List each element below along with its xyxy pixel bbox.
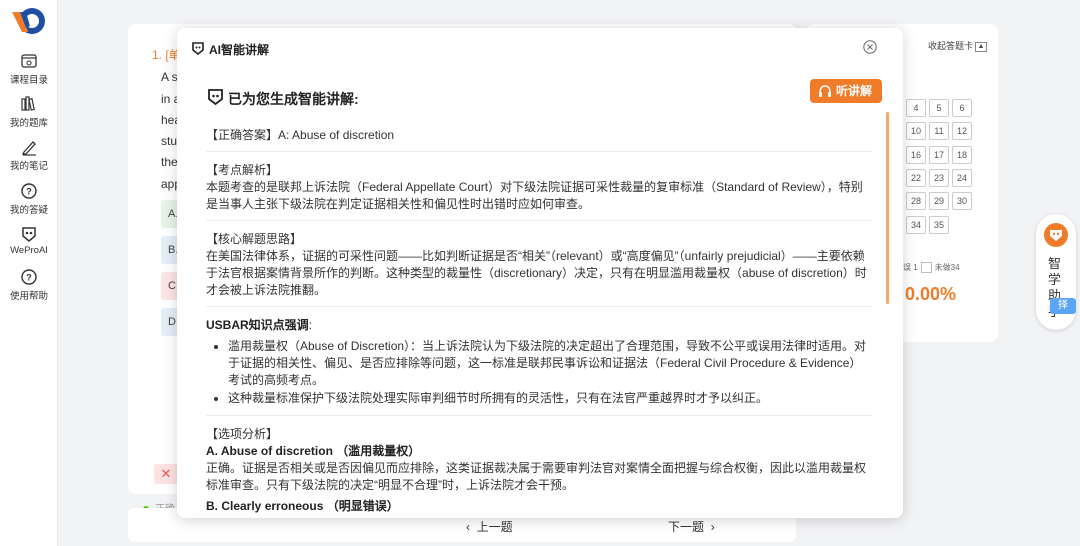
- answer-stats: 误 1 未做34: [903, 262, 960, 274]
- unanswered-count: 未做34: [934, 263, 960, 272]
- assistant-logo-icon[interactable]: [1043, 222, 1069, 248]
- answer-number-cell[interactable]: 34: [906, 215, 926, 234]
- nav-label: WeProAI: [10, 245, 48, 256]
- app-logo-icon[interactable]: [10, 6, 48, 38]
- answer-number-cell[interactable]: 18: [952, 145, 972, 164]
- collapse-icon: ▲: [975, 41, 988, 52]
- nav-label: 使用帮助: [9, 291, 48, 302]
- svg-text:?: ?: [26, 187, 32, 197]
- question-text-line: stu: [161, 134, 178, 148]
- wrong-count: 误 1: [903, 263, 918, 272]
- approach-header: 【核心解题思路】: [206, 232, 303, 246]
- answer-number-cell[interactable]: 30: [952, 192, 972, 211]
- nav-question-bank[interactable]: 我的题库: [0, 95, 58, 129]
- nav-label: 我的答疑: [9, 205, 48, 216]
- usbar-header-line: USBAR知识点强调:: [206, 317, 872, 334]
- answer-number-cell[interactable]: 28: [906, 192, 926, 211]
- analysis-text: 本题考查的是联邦上诉法院（Federal Appellate Court）对下级…: [206, 180, 863, 211]
- nav-course-catalog[interactable]: 课程目录: [0, 52, 58, 86]
- usbar-point: 滥用裁量权（Abuse of Discretion）：当上诉法院认为下级法院的决…: [228, 338, 872, 389]
- generated-title: 已为您生成智能讲解:: [228, 91, 359, 107]
- ai-explanation-modal: AI智能讲解 已为您生成智能讲解: 听讲解 【正确答案】A: Abuse of …: [177, 28, 903, 518]
- modal-scrollbar[interactable]: [886, 112, 889, 304]
- answer-number-cell[interactable]: 12: [952, 122, 972, 141]
- option-a-title: A. Abuse of discretion （滥用裁量权）: [206, 444, 421, 458]
- usbar-points: 滥用裁量权（Abuse of Discretion）：当上诉法院认为下级法院的决…: [228, 338, 872, 407]
- correct-answer: 【正确答案】A: Abuse of discretion: [206, 128, 395, 142]
- weproai-icon: [192, 42, 204, 55]
- accuracy-percent: 0.00%: [905, 284, 957, 304]
- listen-label: 听讲解: [836, 84, 873, 98]
- answer-number-cell[interactable]: 24: [952, 168, 972, 187]
- next-label: 下一题: [668, 520, 705, 534]
- prev-question-button[interactable]: ‹ 上一题: [466, 518, 513, 535]
- answer-number-cell[interactable]: 4: [906, 99, 926, 117]
- usbar-point: 这种裁量标准保护下级法院处理实际审判细节时所拥有的灵活性，只有在法官严重越界时才…: [228, 390, 872, 407]
- usbar-header: USBAR知识点强调: [206, 318, 309, 332]
- nav-weproai[interactable]: WeProAI: [0, 225, 58, 256]
- assistant-tag[interactable]: 择: [1050, 298, 1076, 314]
- svg-text:?: ?: [26, 273, 32, 283]
- modal-title: AI智能讲解: [209, 43, 270, 57]
- answer-number-cell[interactable]: 17: [929, 145, 949, 164]
- answer-number-cell[interactable]: 35: [929, 215, 949, 234]
- option-b-title: B. Clearly erroneous （明显错误）: [206, 499, 399, 513]
- help-icon: ?: [21, 269, 37, 285]
- listen-explanation-button[interactable]: 听讲解: [810, 79, 882, 103]
- course-catalog-icon: [21, 54, 37, 68]
- usbar-colon: :: [308, 318, 313, 332]
- question-bubble-icon: ?: [21, 183, 37, 199]
- pen-icon: [21, 141, 36, 156]
- next-question-button[interactable]: 下一题 ›: [668, 518, 715, 535]
- answer-number-cell[interactable]: 5: [929, 99, 949, 117]
- nav-my-notes[interactable]: 我的笔记: [0, 138, 58, 172]
- answer-number-cell[interactable]: 22: [906, 168, 926, 187]
- nav-label: 课程目录: [9, 75, 48, 86]
- answer-number-cell[interactable]: 10: [906, 122, 926, 141]
- headphones-icon: [819, 85, 831, 97]
- approach-text: 在美国法律体系，证据的可采性问题——比如判断证据是否“相关”（relevant）…: [206, 249, 867, 297]
- collapse-answer-card-button[interactable]: 收起答题卡 ▲: [928, 39, 988, 52]
- options-header: 【选项分析】: [206, 427, 279, 441]
- answer-number-cell[interactable]: 16: [906, 145, 926, 164]
- analysis-header: 【考点解析】: [206, 163, 279, 177]
- answer-number-cell[interactable]: 11: [929, 122, 949, 141]
- nav-my-qa[interactable]: ? 我的答疑: [0, 182, 58, 216]
- explanation-content: 【正确答案】A: Abuse of discretion 【考点解析】 本题考查…: [206, 124, 872, 518]
- answer-number-cell[interactable]: 23: [929, 168, 949, 187]
- nav-label: 我的题库: [9, 118, 48, 129]
- prev-label: 上一题: [476, 520, 513, 534]
- question-text-line: the: [161, 155, 178, 169]
- nav-label: 我的笔记: [9, 161, 48, 172]
- ai-shield-icon: [208, 89, 223, 105]
- option-a-text: 正确。证据是否相关或是否因偏见而应排除，这类证据裁决属于需要审判法官对案情全面把…: [206, 461, 867, 492]
- chevron-left-icon: ‹: [466, 520, 470, 534]
- question-bank-icon: [21, 96, 35, 111]
- nav-help[interactable]: ? 使用帮助: [0, 268, 58, 302]
- weproai-icon: [22, 227, 36, 242]
- answer-number-cell[interactable]: 29: [929, 192, 949, 211]
- answer-number-cell[interactable]: 6: [952, 99, 972, 117]
- unanswered-legend-box: [920, 262, 932, 274]
- left-sidebar: 课程目录 我的题库 我的笔记 ? 我的答疑 WeProAI ? 使用帮助: [0, 0, 58, 546]
- question-text-line: A s: [161, 70, 178, 84]
- chevron-right-icon: ›: [710, 520, 715, 534]
- wrong-mark-icon: ✕: [154, 464, 178, 484]
- close-icon[interactable]: [863, 40, 877, 54]
- collapse-label: 收起答题卡: [928, 41, 974, 51]
